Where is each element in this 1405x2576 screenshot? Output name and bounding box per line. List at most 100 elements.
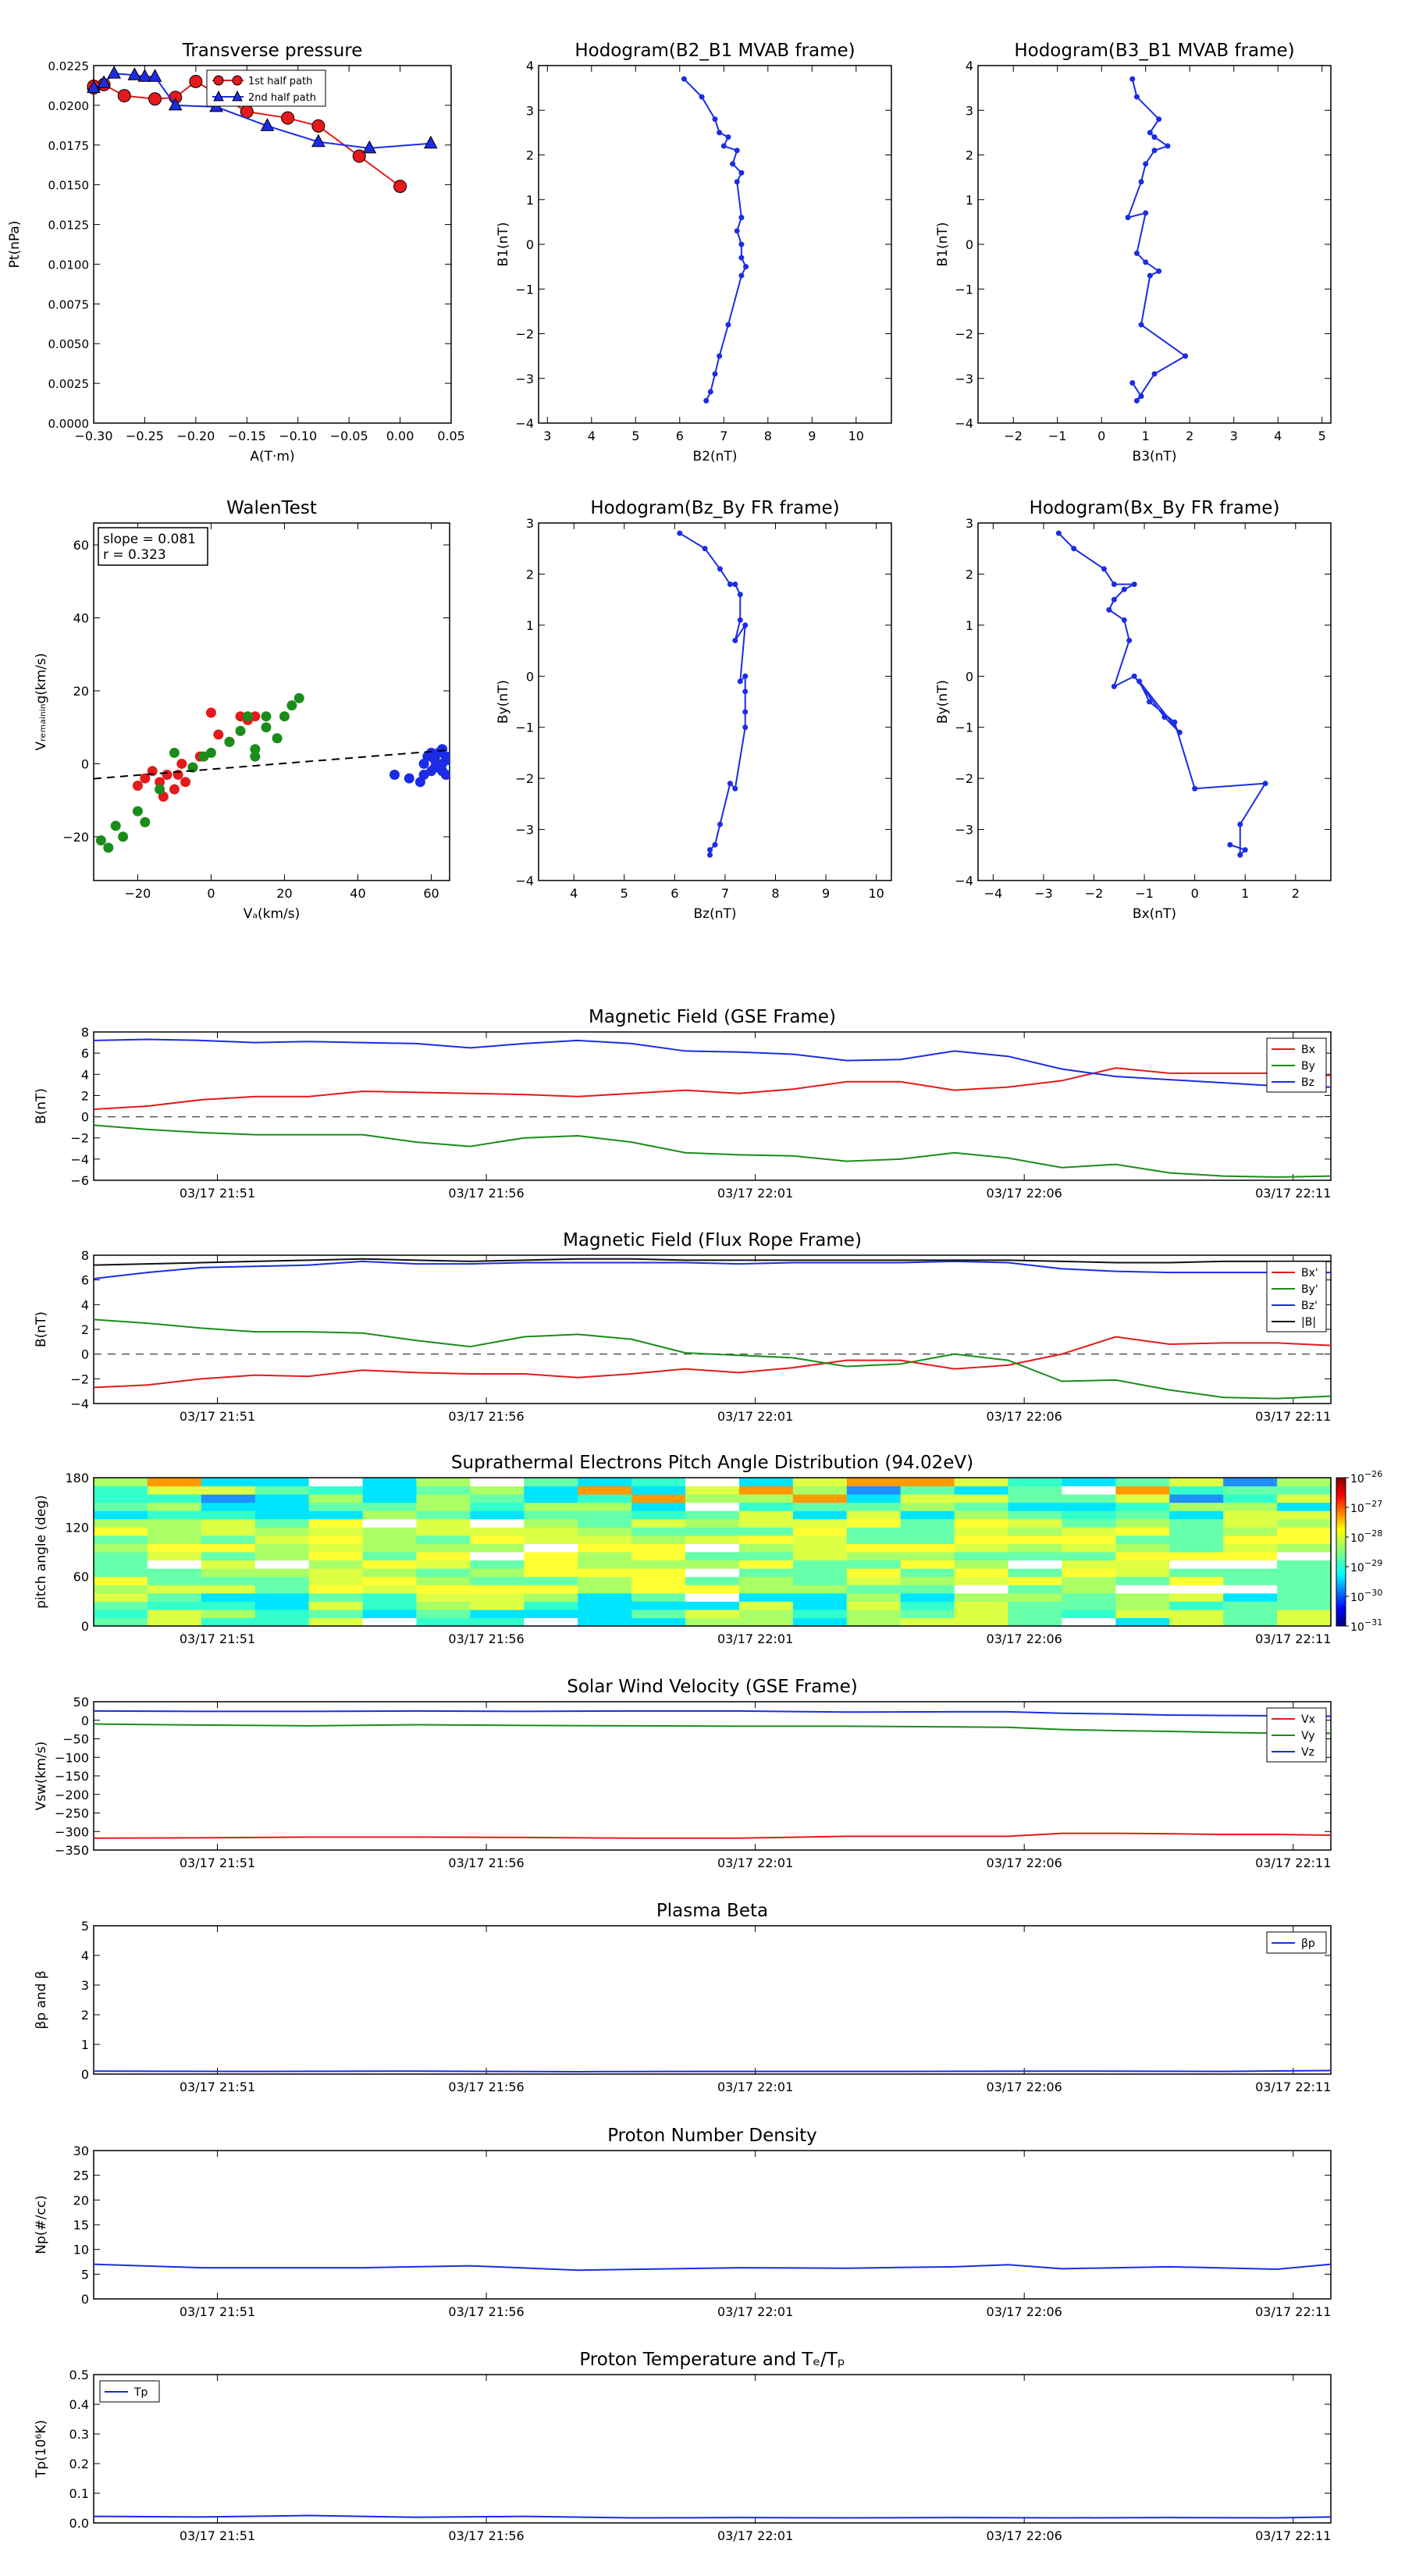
x-tick-label: 03/17 22:01: [717, 2080, 793, 2094]
y-tick-label: 180: [65, 1471, 89, 1485]
data-point: [110, 820, 121, 831]
annotation-text: r = 0.323: [103, 547, 166, 563]
heatmap-cell: [1223, 1494, 1278, 1503]
heatmap-cell: [631, 1502, 686, 1511]
heatmap-cell: [846, 1478, 902, 1487]
x-tick-label: 03/17 22:01: [717, 1186, 793, 1201]
heatmap-cell: [1008, 1617, 1062, 1627]
heatmap-cell: [954, 1527, 1009, 1536]
x-tick-label: 03/17 22:06: [987, 1186, 1062, 1201]
heatmap-cell: [954, 1510, 1009, 1520]
heatmap-cell: [470, 1592, 525, 1602]
heatmap-cell: [846, 1552, 902, 1561]
heatmap-cell: [954, 1576, 1009, 1585]
x-tick-label: 40: [350, 886, 365, 901]
heatmap-cell: [685, 1592, 740, 1602]
data-point: [103, 842, 114, 853]
heatmap-cell: [94, 1518, 148, 1528]
heatmap-cell: [308, 1478, 364, 1487]
heatmap-cell: [1115, 1601, 1170, 1610]
heatmap-cell: [94, 1543, 148, 1553]
heatmap-cell: [1277, 1478, 1332, 1487]
x-tick-label: −1: [1135, 886, 1154, 901]
x-tick-label: 5: [631, 429, 639, 443]
x-tick-label: −0.30: [74, 429, 112, 443]
data-point: [699, 94, 705, 100]
x-axis-label: Bz(nT): [693, 906, 736, 922]
data-point: [1129, 76, 1136, 82]
x-tick-label: 0.05: [437, 429, 465, 443]
heatmap-cell: [1062, 1568, 1116, 1578]
y-tick-label: 0: [81, 1713, 89, 1728]
legend-label: 1st half path: [248, 76, 312, 87]
heatmap-cell: [524, 1510, 578, 1520]
y-tick-label: 3: [966, 103, 973, 118]
heatmap-cell: [1008, 1568, 1062, 1578]
colorbar-exponent: −29: [1364, 1558, 1382, 1568]
data-point: [742, 673, 749, 679]
heatmap-cell: [524, 1617, 578, 1627]
heatmap-cell: [1062, 1510, 1116, 1520]
heatmap-cell: [362, 1617, 417, 1627]
heatmap-cell: [308, 1576, 364, 1585]
data-point: [1147, 699, 1153, 705]
heatmap-cell: [685, 1601, 740, 1610]
heatmap-cell: [470, 1478, 525, 1487]
heatmap-cell: [738, 1592, 794, 1602]
data-point: [155, 784, 165, 795]
heatmap-cell: [631, 1494, 686, 1503]
x-axis-label: A(T·m): [250, 449, 294, 464]
heatmap-cell: [631, 1576, 686, 1585]
heatmap-cell: [416, 1585, 471, 1594]
heatmap-cell: [738, 1527, 794, 1536]
data-point: [1151, 371, 1158, 377]
x-tick-label: 03/17 22:11: [1255, 2080, 1331, 2094]
y-tick-label: 2: [81, 1322, 89, 1337]
heatmap-cell: [900, 1518, 955, 1528]
y-tick-label: 0: [966, 669, 973, 684]
heatmap-cell: [201, 1478, 256, 1487]
legend-label: Tp: [133, 2386, 148, 2399]
heatmap-cell: [416, 1518, 471, 1528]
y-tick-label: 0.0075: [48, 297, 90, 311]
heatmap-cell: [1062, 1527, 1116, 1536]
y-tick-label: 4: [81, 1067, 89, 1082]
chart-title: Hodogram(Bx_By FR frame): [1030, 498, 1280, 518]
colorbar-base: 10: [1350, 1473, 1364, 1485]
data-point: [742, 688, 749, 695]
x-tick-label: 03/17 22:06: [987, 1631, 1062, 1646]
heatmap-cell: [846, 1543, 902, 1553]
data-point: [717, 130, 723, 136]
chart-title: Hodogram(Bz_By FR frame): [590, 498, 839, 518]
colorbar-exponent: −31: [1364, 1617, 1382, 1628]
heatmap-cell: [738, 1494, 794, 1503]
heatmap-cell: [308, 1527, 364, 1536]
heatmap-cell: [1277, 1617, 1332, 1627]
data-point: [1183, 353, 1189, 359]
x-tick-label: 7: [720, 429, 727, 443]
heatmap-cell: [147, 1535, 202, 1544]
x-tick-label: 60: [423, 886, 439, 901]
figure-canvas: Transverse pressure0.00000.00250.00500.0…: [7, 41, 1382, 2543]
y-tick-label: 25: [73, 2169, 89, 2183]
heatmap-cell: [954, 1478, 1009, 1487]
y-tick-label: 6: [81, 1046, 89, 1061]
x-tick-label: 7: [721, 886, 729, 901]
heatmap-cell: [1169, 1543, 1224, 1553]
x-tick-label: 03/17 22:06: [987, 2528, 1062, 2543]
heatmap-cell: [846, 1518, 902, 1528]
heatmap-cell: [578, 1560, 632, 1569]
heatmap-cell: [631, 1478, 686, 1487]
x-tick-label: 8: [764, 429, 772, 443]
heatmap-cell: [1169, 1518, 1224, 1528]
heatmap-cell: [685, 1478, 740, 1487]
data-point: [712, 371, 718, 377]
data-point: [261, 722, 272, 733]
y-tick-label: −1: [955, 282, 973, 297]
heatmap-cell: [362, 1527, 417, 1536]
heatmap-cell: [1223, 1585, 1278, 1594]
y-tick-label: 60: [73, 538, 89, 553]
heatmap-cell: [1223, 1543, 1278, 1553]
heatmap-cell: [254, 1543, 310, 1553]
heatmap-cell: [685, 1543, 740, 1553]
